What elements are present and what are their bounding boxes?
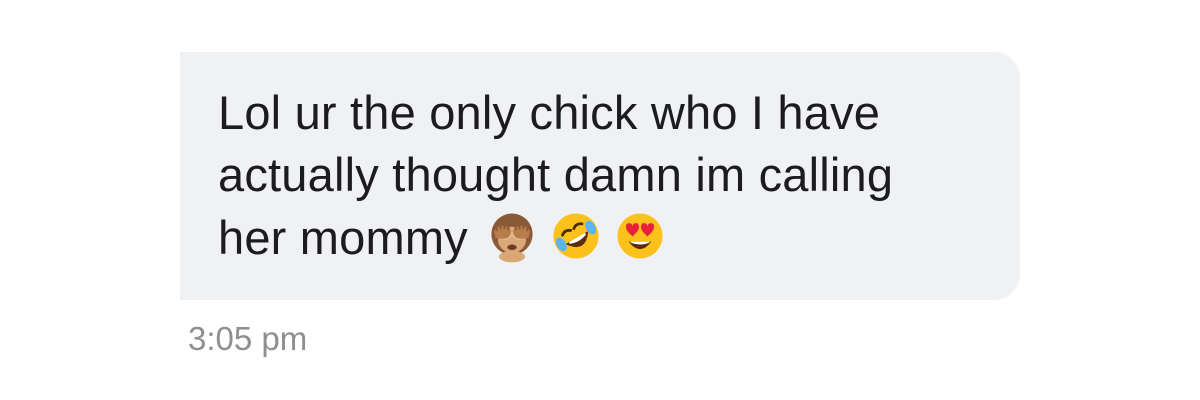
rolling-on-floor-laughing-icon xyxy=(546,206,606,266)
chat-view: Lol ur the only chick who I have actuall… xyxy=(0,0,1200,400)
emoji-group xyxy=(482,206,670,266)
message-bubble[interactable]: Lol ur the only chick who I have actuall… xyxy=(180,52,1020,300)
message-line-3: her mommy xyxy=(218,206,982,269)
smiling-face-with-heart-eyes-icon xyxy=(610,206,670,266)
message-line-1: Lol ur the only chick who I have xyxy=(218,86,881,139)
see-no-evil-monkey-icon xyxy=(482,206,542,266)
message-line-3-text: her mommy xyxy=(218,211,468,264)
message-timestamp: 3:05 pm xyxy=(188,320,308,357)
message-line-2: actually thought damn im calling xyxy=(218,148,894,201)
